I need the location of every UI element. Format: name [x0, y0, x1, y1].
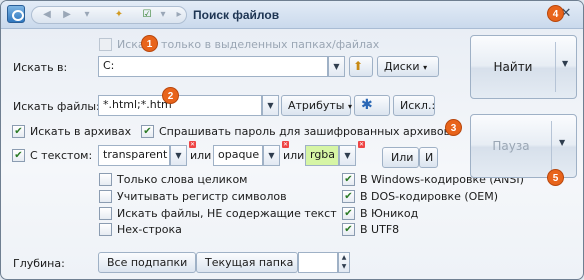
new-icon[interactable]: ✦ [112, 9, 126, 21]
hex-string-checkbox[interactable] [99, 223, 112, 236]
find-dropdown-icon[interactable]: ▼ [562, 59, 568, 68]
oem-label: В DOS-кодировке (OEM) [360, 190, 499, 203]
or-label-1: или [190, 149, 212, 162]
utf8-label: В UTF8 [360, 223, 400, 236]
pause-dropdown-icon[interactable]: ▼ [559, 138, 565, 147]
match-case-label: Учитывать регистр символов [117, 190, 287, 203]
pause-button-label: Пауза [492, 139, 530, 153]
chevron-down-icon: ▾ [423, 63, 428, 72]
customize-icon[interactable]: ▸ [172, 9, 186, 21]
callout-badge-1: 1 [141, 35, 158, 52]
folder-up-icon[interactable]: ⬆ [349, 56, 373, 77]
remove-term-3-icon[interactable]: ✕ [358, 141, 365, 148]
title-bar: ◀ ▶ ▾ ✦ ☑ ▾ ▸ Поиск файлов ✕ [1, 1, 583, 29]
search-window: ◀ ▶ ▾ ✦ ☑ ▾ ▸ Поиск файлов ✕ Искать толь… [0, 0, 584, 280]
search-files-input[interactable]: *.html;*.htm [98, 95, 262, 116]
callout-badge-5: 5 [547, 169, 564, 186]
search-files-dropdown[interactable]: ▼ [262, 95, 279, 116]
or-mode-button[interactable]: Или [382, 147, 419, 168]
text-term-1-input[interactable]: transparent [98, 145, 170, 166]
depth-label: Глубина: [13, 257, 65, 270]
archives-label: Искать в архивах [30, 125, 132, 138]
search-files-label: Искать файлы: [13, 100, 100, 113]
not-containing-label: Искать файлы, НЕ содержащие текст [117, 207, 337, 220]
callout-badge-3: 3 [445, 119, 462, 136]
remove-term-1-icon[interactable]: ✕ [189, 141, 196, 148]
window-title: Поиск файлов [193, 8, 280, 22]
qat-dropdown-icon[interactable]: ▾ [156, 9, 170, 21]
text-term-3-input[interactable]: rgba [305, 145, 339, 166]
find-button-separator [555, 42, 556, 92]
pause-button-separator [551, 121, 552, 171]
or-label-2: или [283, 149, 305, 162]
search-in-dropdown[interactable]: ▼ [328, 56, 345, 77]
dropdown-icon[interactable]: ▾ [80, 9, 94, 21]
disks-button[interactable]: Диски ▾ [377, 56, 439, 77]
unicode-label: В Юникод [360, 207, 419, 220]
ansi-checkbox[interactable]: ✔ [342, 173, 355, 186]
remove-term-2-icon[interactable]: ✕ [282, 141, 289, 148]
and-mode-button[interactable]: И [419, 147, 438, 168]
disks-button-label: Диски [384, 60, 420, 73]
attributes-button[interactable]: Атрибуты ▾ [281, 95, 352, 116]
exclude-button[interactable]: Искл.: [393, 95, 435, 116]
whole-words-checkbox[interactable] [99, 173, 112, 186]
search-in-input[interactable]: C: [98, 56, 328, 77]
archives-checkbox[interactable]: ✔ [12, 125, 25, 138]
unicode-checkbox[interactable]: ✔ [342, 207, 355, 220]
text-term-3-dropdown[interactable]: ▼ [339, 145, 356, 166]
not-containing-checkbox[interactable] [99, 207, 112, 220]
match-case-checkbox[interactable] [99, 190, 112, 203]
chevron-down-icon: ▾ [347, 102, 352, 111]
hex-string-label: Hex-строка [117, 223, 182, 236]
whole-words-label: Только слова целиком [117, 173, 248, 186]
current-folder-button[interactable]: Текущая папка [196, 252, 298, 273]
ask-password-checkbox[interactable]: ✔ [141, 125, 154, 138]
depth-spinner[interactable]: ▲ ▼ [338, 252, 350, 273]
find-button-label: Найти [493, 60, 533, 74]
depth-value-input[interactable] [298, 252, 338, 273]
back-icon[interactable]: ◀ [40, 9, 54, 21]
search-selected-checkbox[interactable] [99, 38, 112, 51]
text-term-1-dropdown[interactable]: ▼ [170, 145, 187, 166]
oem-checkbox[interactable]: ✔ [342, 190, 355, 203]
text-term-2-input[interactable]: opaque [213, 145, 263, 166]
text-term-2-dropdown[interactable]: ▼ [263, 145, 280, 166]
find-button[interactable]: Найти ▼ [470, 35, 577, 99]
with-text-label: С текстом: [30, 149, 93, 162]
asterisk-icon[interactable]: ✱ [354, 95, 390, 116]
with-text-checkbox[interactable]: ✔ [12, 149, 25, 162]
pause-button[interactable]: Пауза ▼ [470, 114, 577, 178]
callout-badge-4: 4 [547, 5, 564, 22]
app-icon[interactable] [7, 5, 25, 23]
all-subfolders-button[interactable]: Все подпапки [98, 252, 196, 273]
search-in-label: Искать в: [13, 61, 68, 74]
check-icon[interactable]: ☑ [140, 9, 154, 21]
forward-icon[interactable]: ▶ [60, 9, 74, 21]
callout-badge-2: 2 [162, 87, 179, 104]
quick-access-toolbar: ◀ ▶ ▾ ✦ ☑ ▾ ▸ [31, 6, 187, 24]
attributes-button-label: Атрибуты [288, 99, 345, 112]
utf8-checkbox[interactable]: ✔ [342, 223, 355, 236]
ask-password-label: Спрашивать пароль для зашифрованных архи… [159, 125, 451, 138]
